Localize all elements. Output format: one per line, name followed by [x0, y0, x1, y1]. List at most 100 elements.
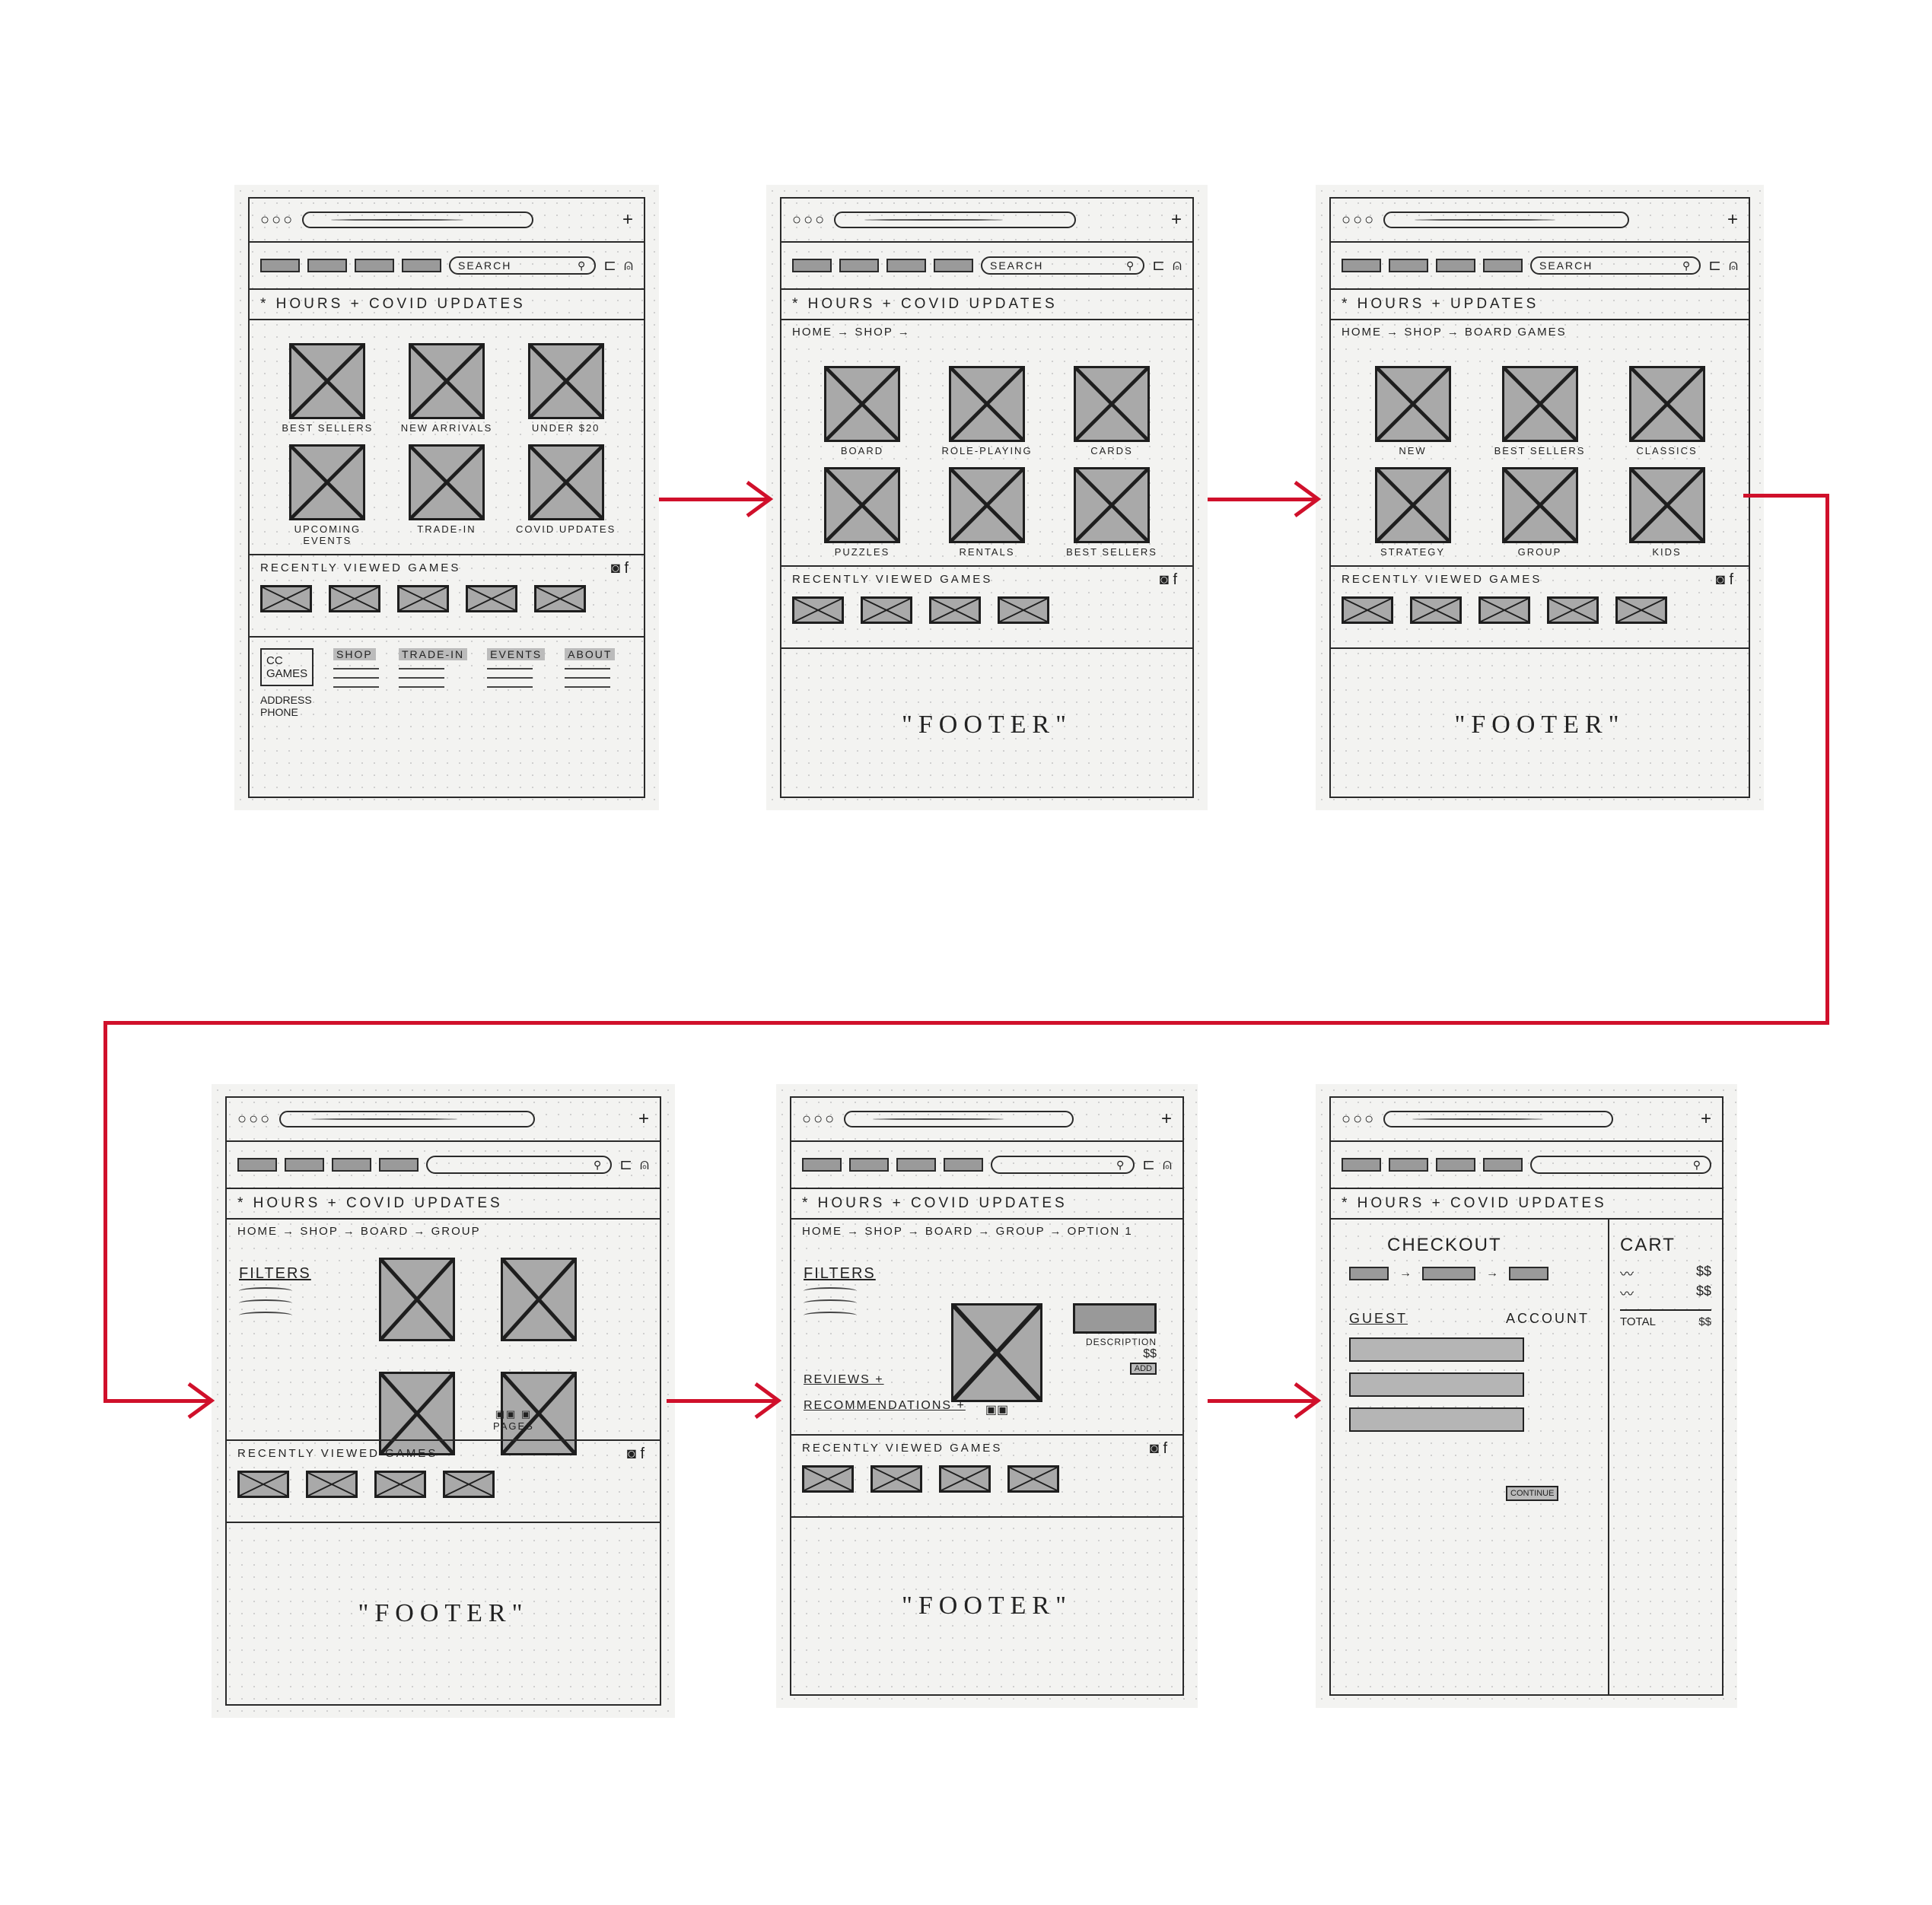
user-icon[interactable]: ⍝	[624, 258, 633, 273]
image-placeholder[interactable]	[466, 585, 517, 612]
category-tile[interactable]: RENTALS	[932, 467, 1042, 558]
new-tab-icon[interactable]: +	[622, 209, 633, 231]
category-tile[interactable]: NEW	[1357, 366, 1469, 456]
image-placeholder[interactable]	[443, 1470, 495, 1498]
footer-link[interactable]: TRADE-IN	[399, 648, 468, 660]
nav-tab[interactable]	[332, 1158, 371, 1172]
nav-tab[interactable]	[944, 1158, 983, 1172]
nav-tab[interactable]	[802, 1158, 842, 1172]
category-tile[interactable]: BEST SELLERS	[1057, 467, 1167, 558]
category-tile[interactable]: COVID UPDATES	[514, 444, 618, 546]
announcement-bar[interactable]: * HOURS + COVID UPDATES	[227, 1189, 660, 1220]
instagram-icon[interactable]: ◙	[1150, 1440, 1159, 1457]
facebook-icon[interactable]: f	[1163, 1440, 1167, 1457]
category-tile[interactable]: ROLE-PLAYING	[932, 366, 1042, 456]
image-placeholder[interactable]	[1478, 596, 1530, 624]
category-tile[interactable]: NEW ARRIVALS	[395, 343, 499, 434]
nav-tab[interactable]	[934, 259, 973, 272]
announcement-bar[interactable]: * HOURS + UPDATES	[1331, 290, 1749, 320]
image-placeholder[interactable]	[260, 585, 312, 612]
image-placeholder[interactable]	[861, 596, 912, 624]
image-placeholder[interactable]	[1501, 366, 1578, 442]
filter-option[interactable]	[239, 1299, 292, 1307]
window-controls-icon[interactable]: ○○○	[792, 211, 826, 229]
image-placeholder[interactable]	[1074, 366, 1150, 442]
form-field[interactable]	[1349, 1337, 1524, 1362]
image-placeholder[interactable]	[527, 343, 604, 419]
new-tab-icon[interactable]: +	[638, 1108, 649, 1130]
facebook-icon[interactable]: f	[640, 1445, 645, 1462]
guest-tab[interactable]: GUEST	[1349, 1311, 1408, 1327]
nav-tab[interactable]	[1342, 1158, 1381, 1172]
instagram-icon[interactable]: ◙	[1160, 571, 1169, 588]
image-placeholder[interactable]	[949, 467, 1025, 543]
cart-icon[interactable]: ⊏	[603, 258, 616, 273]
social-icons[interactable]: ◙ f	[1150, 1440, 1167, 1458]
image-placeholder[interactable]	[306, 1470, 358, 1498]
url-bar[interactable]	[844, 1111, 1074, 1127]
category-tile[interactable]: BEST SELLERS	[275, 343, 380, 434]
social-icons[interactable]: ◙ f	[627, 1445, 645, 1463]
breadcrumb[interactable]: HOME → SHOP → BOARD → GROUP → OPTION 1	[791, 1220, 1182, 1242]
image-placeholder[interactable]	[408, 343, 485, 419]
cart-icon[interactable]: ⊏	[1708, 258, 1721, 273]
search-input[interactable]: SEARCH ⚲	[981, 256, 1145, 275]
image-placeholder[interactable]	[939, 1465, 991, 1493]
image-placeholder[interactable]	[871, 1465, 922, 1493]
nav-tab[interactable]	[896, 1158, 936, 1172]
instagram-icon[interactable]: ◙	[611, 560, 620, 577]
footer-link[interactable]: ABOUT	[565, 648, 616, 660]
social-icons[interactable]: ◙ f	[611, 560, 629, 577]
nav-tab[interactable]	[237, 1158, 277, 1172]
nav-tab[interactable]	[792, 259, 832, 272]
filter-option[interactable]	[239, 1312, 292, 1319]
image-placeholder[interactable]	[237, 1470, 289, 1498]
page-buttons[interactable]: ▣▣ ▣	[493, 1408, 534, 1420]
image-placeholder[interactable]	[802, 1465, 854, 1493]
announcement-bar[interactable]: * HOURS + COVID UPDATES	[250, 290, 644, 320]
nav-tab[interactable]	[402, 259, 441, 272]
image-placeholder[interactable]	[949, 366, 1025, 442]
image-placeholder[interactable]	[1547, 596, 1599, 624]
image-placeholder[interactable]	[1074, 467, 1150, 543]
url-bar[interactable]	[1383, 211, 1630, 228]
logo[interactable]: CC GAMES	[260, 648, 314, 686]
window-controls-icon[interactable]: ○○○	[802, 1111, 836, 1128]
image-placeholder[interactable]	[792, 596, 844, 624]
filter-option[interactable]	[804, 1299, 857, 1307]
nav-tab[interactable]	[307, 259, 347, 272]
user-icon[interactable]: ⍝	[1173, 258, 1182, 273]
category-tile[interactable]: STRATEGY	[1357, 467, 1469, 558]
image-placeholder[interactable]	[1374, 467, 1451, 543]
image-placeholder[interactable]	[329, 585, 380, 612]
add-button[interactable]: ADD	[1129, 1363, 1157, 1375]
image-placeholder[interactable]	[374, 1470, 426, 1498]
nav-tab[interactable]	[839, 259, 879, 272]
new-tab-icon[interactable]: +	[1171, 209, 1182, 231]
image-placeholder[interactable]	[1342, 596, 1393, 624]
image-placeholder[interactable]	[1410, 596, 1462, 624]
footer-link[interactable]: SHOP	[333, 648, 376, 660]
category-tile[interactable]: CARDS	[1057, 366, 1167, 456]
nav-tab[interactable]	[886, 259, 926, 272]
form-field[interactable]	[1349, 1407, 1524, 1432]
window-controls-icon[interactable]: ○○○	[1342, 1111, 1376, 1128]
category-tile[interactable]: CLASSICS	[1611, 366, 1723, 456]
breadcrumb[interactable]: HOME → SHOP → BOARD → GROUP	[227, 1220, 660, 1242]
breadcrumb[interactable]: HOME → SHOP → BOARD GAMES	[1331, 320, 1749, 343]
nav-tab[interactable]	[1436, 259, 1475, 272]
filters[interactable]: FILTERS	[239, 1265, 311, 1324]
category-tile[interactable]: BEST SELLERS	[1484, 366, 1596, 456]
instagram-icon[interactable]: ◙	[627, 1445, 636, 1462]
search-input[interactable]: ⚲	[1530, 1156, 1711, 1174]
image-placeholder[interactable]	[1628, 366, 1705, 442]
form-field[interactable]	[1349, 1372, 1524, 1397]
pagination[interactable]: ▣▣ ▣ PAGES	[493, 1408, 534, 1432]
nav-tab[interactable]	[849, 1158, 889, 1172]
image-placeholder[interactable]	[929, 596, 981, 624]
image-placeholder[interactable]	[397, 585, 449, 612]
window-controls-icon[interactable]: ○○○	[237, 1111, 272, 1128]
image-placeholder[interactable]	[289, 444, 366, 520]
nav-tab[interactable]	[1483, 259, 1523, 272]
category-tile[interactable]: UNDER $20	[514, 343, 618, 434]
